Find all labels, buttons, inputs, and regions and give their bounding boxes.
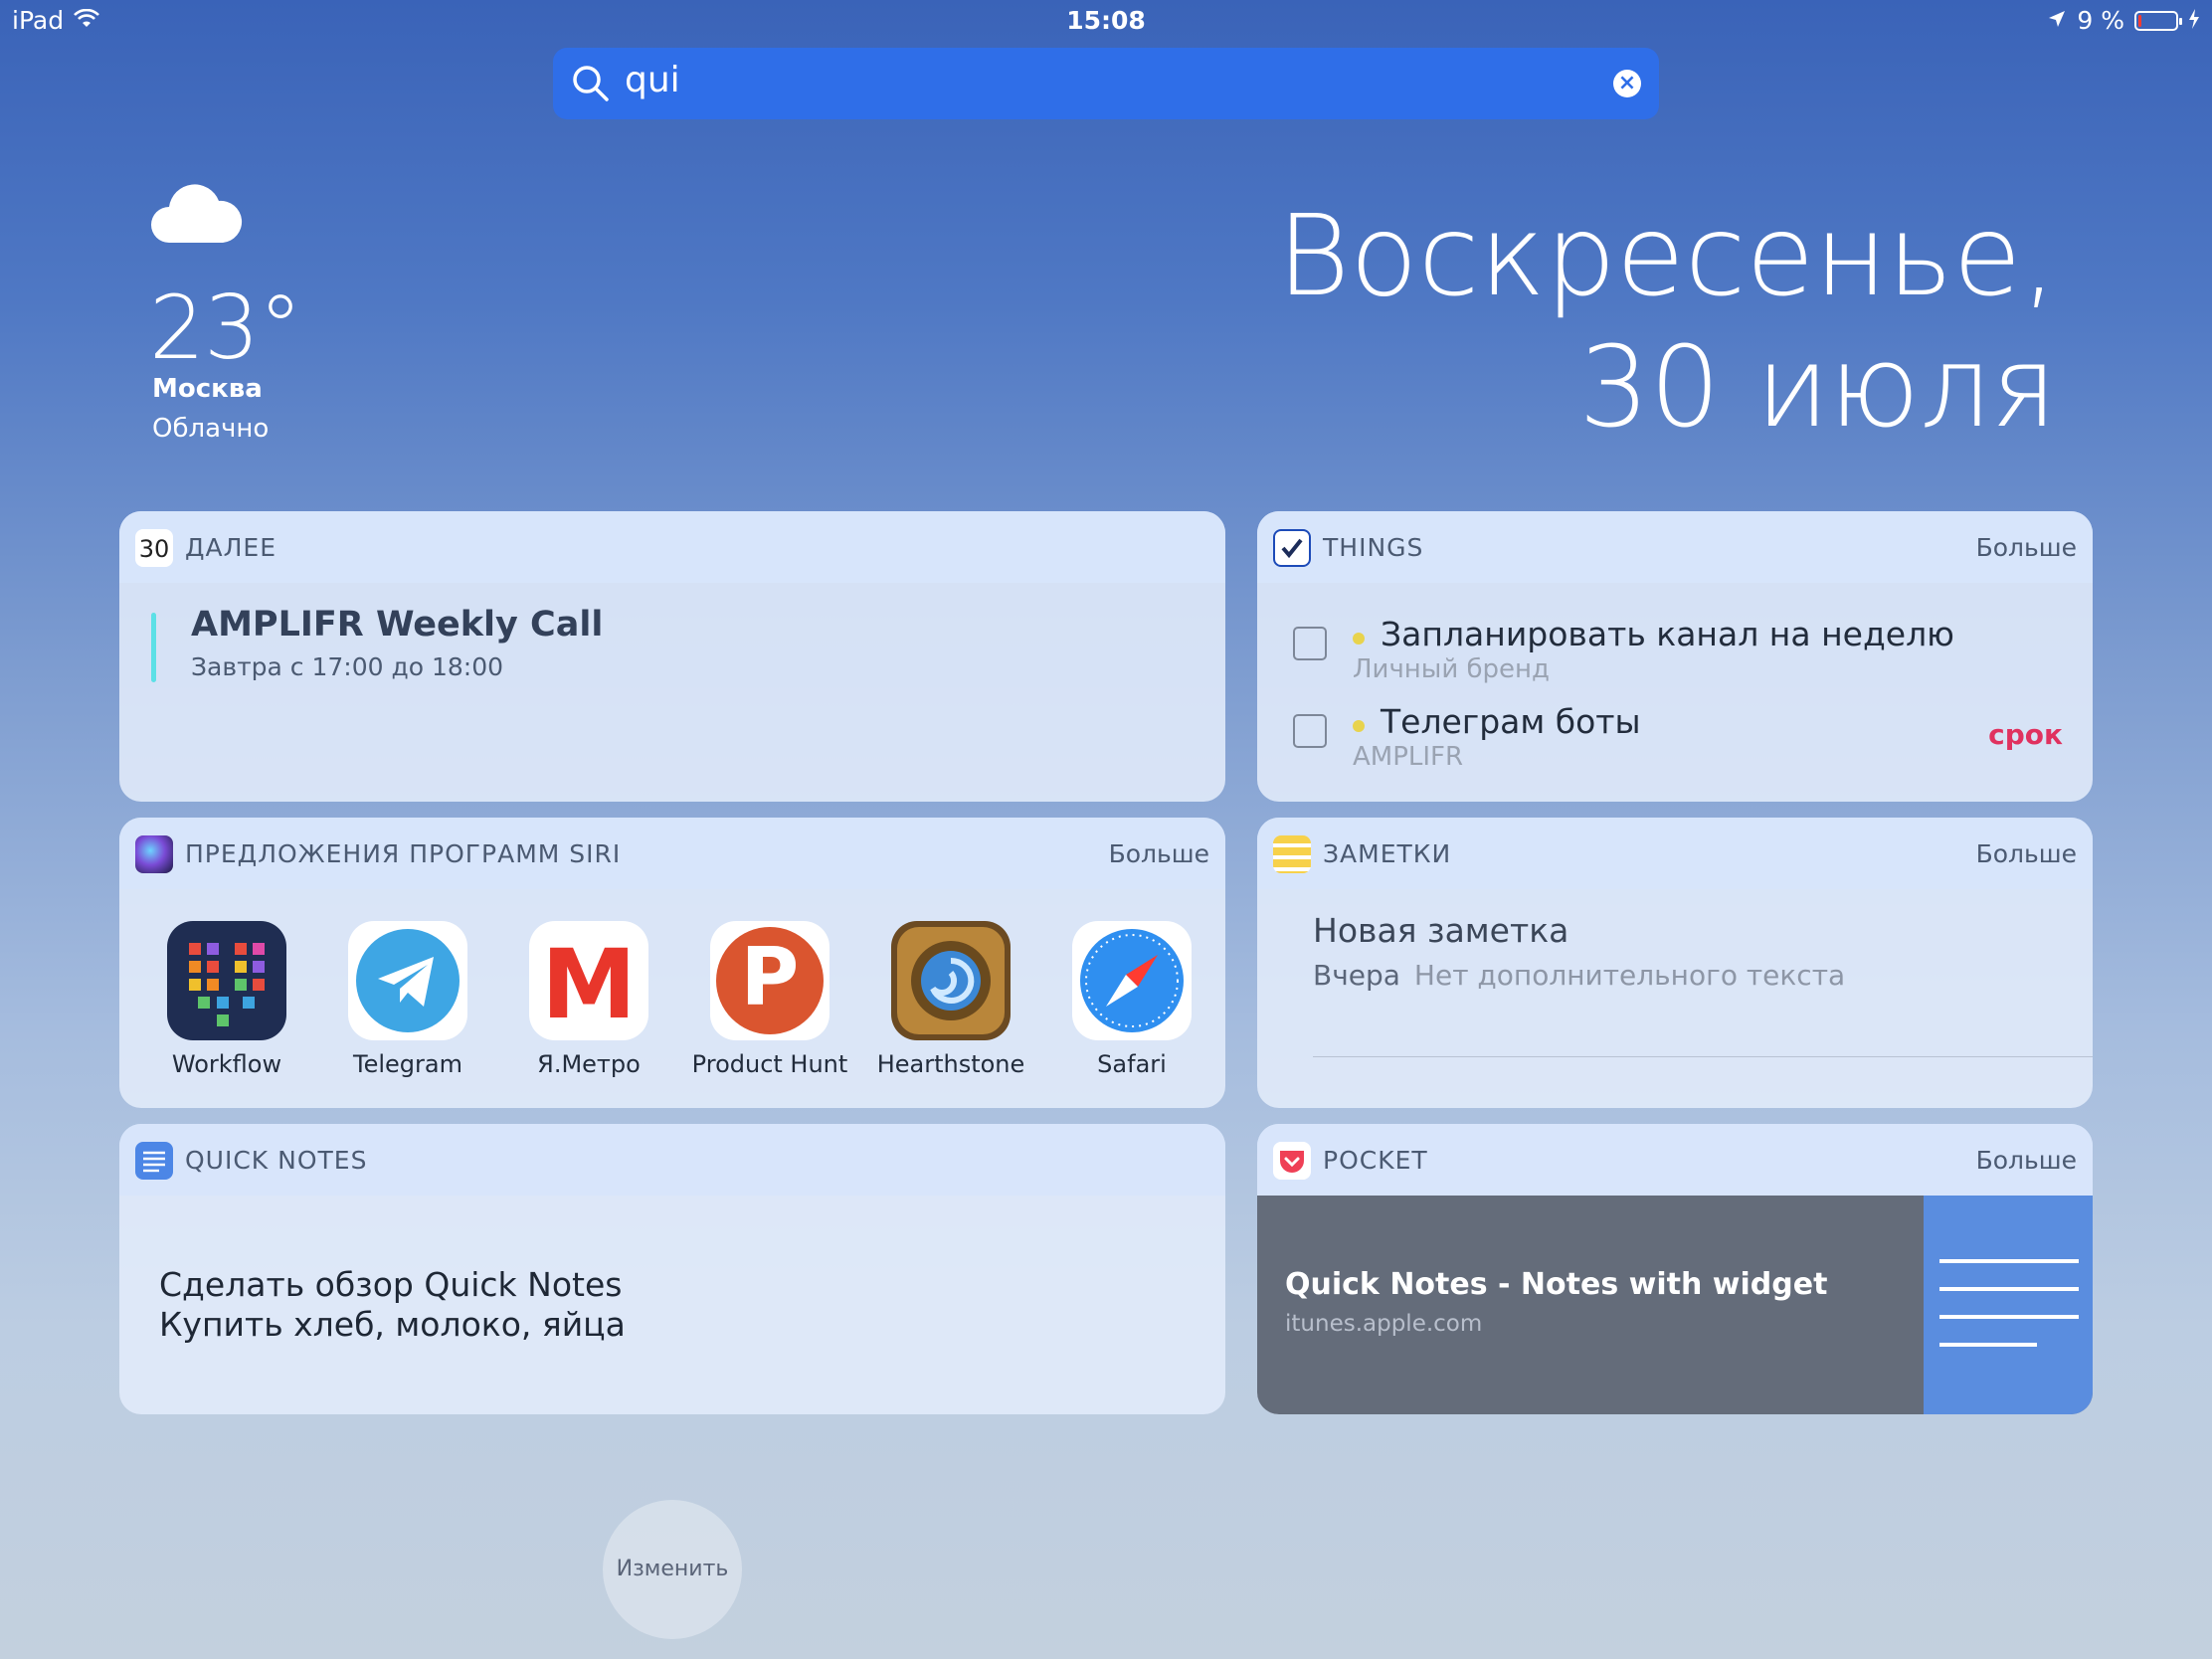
widget-header: POCKET Больше xyxy=(1257,1124,2093,1196)
status-time: 15:08 xyxy=(1066,6,1146,35)
widget-title: QUICK NOTES xyxy=(185,1146,368,1175)
note-date: Вчера xyxy=(1313,959,1400,992)
task-due-badge: срок xyxy=(1988,718,2063,751)
telegram-icon xyxy=(348,921,467,1040)
app-label: Safari xyxy=(1097,1050,1167,1078)
task-project: AMPLIFR xyxy=(1353,742,1464,772)
widget-title: THINGS xyxy=(1323,533,1424,562)
notes-widget[interactable]: ЗАМЕТКИ Больше Новая заметка Вчера Нет до… xyxy=(1257,818,2093,1108)
pocket-icon xyxy=(1273,1142,1311,1180)
task-checkbox[interactable] xyxy=(1293,714,1327,748)
article-thumbnail xyxy=(1924,1196,2093,1414)
widget-header: THINGS Больше xyxy=(1257,511,2093,583)
clear-search-icon[interactable]: × xyxy=(1613,70,1641,97)
location-icon xyxy=(2047,6,2067,35)
battery-icon xyxy=(2134,10,2182,31)
task-checkbox[interactable] xyxy=(1293,627,1327,660)
product-hunt-icon: P xyxy=(710,921,830,1040)
widget-header: ЗАМЕТКИ Больше xyxy=(1257,818,2093,889)
up-next-widget[interactable]: 30 ДАЛЕЕ AMPLIFR Weekly Call Завтра с 17… xyxy=(119,511,1225,802)
weather-condition: Облачно xyxy=(152,414,270,444)
event-color-bar xyxy=(151,613,156,682)
charging-icon xyxy=(2188,6,2200,35)
task-name: Телеграм боты xyxy=(1381,702,1641,741)
search-icon xyxy=(573,66,609,101)
quick-note-line: Сделать обзор Quick Notes xyxy=(159,1265,623,1304)
widget-title: POCKET xyxy=(1323,1146,1428,1175)
note-preview: Нет дополнительного текста xyxy=(1413,959,1846,992)
calendar-icon: 30 xyxy=(135,529,173,567)
note-title: Новая заметка xyxy=(1313,911,1569,950)
event-title: AMPLIFR Weekly Call xyxy=(191,605,604,645)
notes-icon xyxy=(1273,835,1311,873)
app-label: Telegram xyxy=(353,1050,462,1078)
show-more-button[interactable]: Больше xyxy=(1976,1146,2077,1175)
widget-header: ПРЕДЛОЖЕНИЯ ПРОГРАММ SIRI Больше xyxy=(119,818,1225,889)
date-heading: Воскресенье, 30 июля xyxy=(1277,191,2057,454)
weather-city: Москва xyxy=(152,374,263,404)
metro-icon: М xyxy=(529,921,648,1040)
product-hunt-logo-letter: P xyxy=(740,931,800,1023)
app-label: Hearthstone xyxy=(876,1050,1025,1078)
battery-level xyxy=(2138,14,2141,27)
hearthstone-icon xyxy=(891,921,1011,1040)
widget-title: ДАЛЕЕ xyxy=(185,533,277,562)
things-checkbox-icon xyxy=(1273,529,1311,567)
show-more-button[interactable]: Больше xyxy=(1976,533,2077,562)
quick-notes-icon xyxy=(135,1142,173,1180)
pocket-widget[interactable]: POCKET Больше Quick Notes - Notes with w… xyxy=(1257,1124,2093,1414)
cloud-icon xyxy=(151,184,243,243)
siri-suggestions-widget[interactable]: ПРЕДЛОЖЕНИЯ ПРОГРАММ SIRI Больше Workflo… xyxy=(119,818,1225,1108)
workflow-icon xyxy=(167,921,286,1040)
search-input[interactable]: qui xyxy=(625,60,680,100)
things-widget[interactable]: THINGS Больше Запланировать канал на нед… xyxy=(1257,511,2093,802)
app-label: Workflow xyxy=(171,1050,282,1078)
event-time: Завтра с 17:00 до 18:00 xyxy=(191,652,504,681)
app-yandex-metro[interactable]: М Я.Метро xyxy=(498,921,679,1078)
app-safari[interactable]: Safari xyxy=(1041,921,1222,1078)
app-hearthstone[interactable]: Hearthstone xyxy=(860,921,1041,1078)
safari-icon xyxy=(1072,921,1192,1040)
quick-notes-widget[interactable]: QUICK NOTES Сделать обзор Quick Notes Ку… xyxy=(119,1124,1225,1414)
show-more-button[interactable]: Больше xyxy=(1976,839,2077,868)
app-label: Product Hunt xyxy=(691,1050,848,1078)
pocket-article[interactable]: Quick Notes - Notes with widget itunes.a… xyxy=(1257,1196,2093,1414)
task-name: Запланировать канал на неделю xyxy=(1381,615,1954,653)
task-project: Личный бренд xyxy=(1353,654,1551,684)
app-workflow[interactable]: Workflow xyxy=(136,921,317,1078)
status-bar: iPad 15:08 9 % xyxy=(0,0,2212,42)
app-telegram[interactable]: Telegram xyxy=(317,921,498,1078)
widget-header: 30 ДАЛЕЕ xyxy=(119,511,1225,583)
divider xyxy=(1313,1056,2093,1057)
quick-notes-text[interactable]: Сделать обзор Quick Notes Купить хлеб, м… xyxy=(159,1265,626,1345)
search-field[interactable]: qui × xyxy=(553,48,1659,119)
app-suggestions: Workflow Telegram М Я.Метро P Product Hu… xyxy=(119,921,1225,1100)
widget-header: QUICK NOTES xyxy=(119,1124,1225,1196)
project-dot xyxy=(1353,720,1365,732)
edit-button[interactable]: Изменить xyxy=(603,1500,742,1639)
article-title: Quick Notes - Notes with widget xyxy=(1285,1267,1828,1302)
siri-icon xyxy=(135,835,173,873)
date-day: 30 июля xyxy=(1578,323,2057,453)
date-weekday: Воскресенье, xyxy=(1276,192,2057,321)
app-label: Я.Метро xyxy=(537,1050,641,1078)
task-item[interactable]: Запланировать канал на неделю Личный бре… xyxy=(1257,611,2093,690)
app-product-hunt[interactable]: P Product Hunt xyxy=(679,921,860,1078)
widget-title: ЗАМЕТКИ xyxy=(1323,839,1452,868)
quick-note-line: Купить хлеб, молоко, яйца xyxy=(159,1305,626,1344)
widget-title: ПРЕДЛОЖЕНИЯ ПРОГРАММ SIRI xyxy=(185,839,622,868)
article-domain: itunes.apple.com xyxy=(1285,1311,1483,1337)
task-item[interactable]: Телеграм боты AMPLIFR срок xyxy=(1257,698,2093,778)
metro-logo-letter: М xyxy=(541,929,637,1040)
temperature: 23° xyxy=(149,276,302,379)
project-dot xyxy=(1353,633,1365,645)
show-more-button[interactable]: Больше xyxy=(1109,839,1209,868)
battery-percent: 9 % xyxy=(2077,6,2124,35)
note-subtitle: Вчера Нет дополнительного текста xyxy=(1313,959,1845,992)
